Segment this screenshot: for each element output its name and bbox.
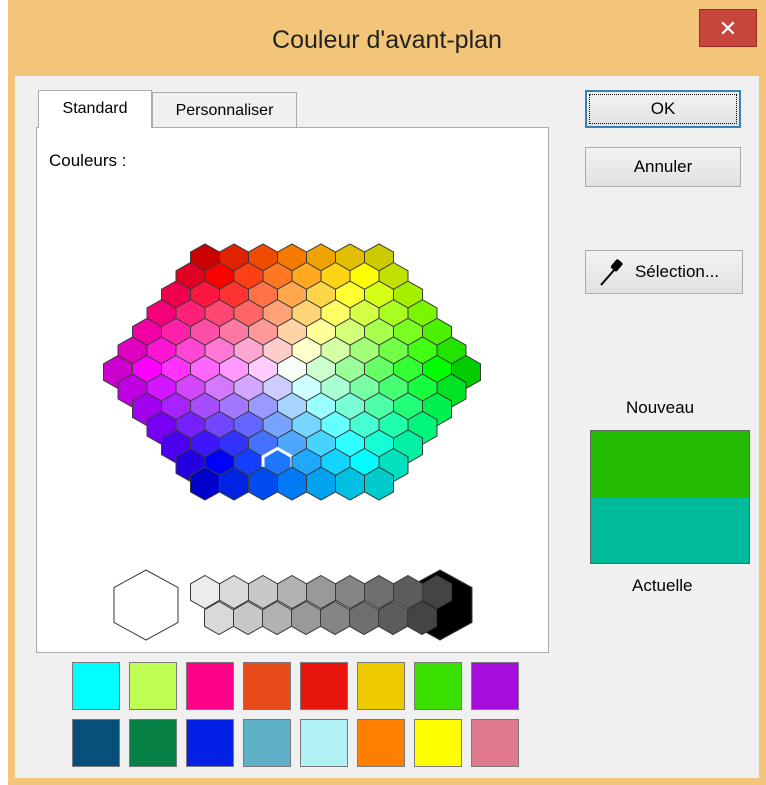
custom-color-swatch[interactable] [186, 662, 234, 710]
dialog-window: Couleur d'avant-plan ✕ Standard Personna… [8, 0, 766, 785]
eyedropper-icon [600, 259, 623, 286]
custom-color-swatch[interactable] [129, 662, 177, 710]
custom-color-swatch[interactable] [300, 719, 348, 767]
custom-color-swatch[interactable] [72, 719, 120, 767]
color-preview [590, 430, 750, 564]
custom-color-swatch[interactable] [471, 662, 519, 710]
tab-personnaliser[interactable]: Personnaliser [152, 92, 297, 127]
custom-color-swatch[interactable] [357, 662, 405, 710]
custom-color-swatch[interactable] [243, 662, 291, 710]
custom-color-swatch[interactable] [72, 662, 120, 710]
new-color-label: Nouveau [626, 398, 695, 417]
window-title: Couleur d'avant-plan [272, 26, 502, 54]
custom-color-swatch[interactable] [300, 662, 348, 710]
ok-button[interactable]: OK [585, 90, 741, 128]
current-color-label: Actuelle [632, 576, 693, 595]
selection-button[interactable]: Sélection... [585, 250, 743, 294]
close-icon[interactable]: ✕ [699, 9, 757, 47]
cancel-button[interactable]: Annuler [585, 147, 741, 187]
color-honeycomb[interactable] [37, 128, 548, 652]
tab-standard[interactable]: Standard [38, 90, 152, 128]
custom-color-swatch[interactable] [414, 662, 462, 710]
custom-color-swatch[interactable] [129, 719, 177, 767]
custom-color-swatch[interactable] [414, 719, 462, 767]
standard-panel: Couleurs : [36, 127, 549, 653]
dialog-body: Standard Personnaliser Couleurs : OK Ann… [15, 76, 759, 778]
new-color-swatch [591, 431, 749, 497]
palette-gray-cell[interactable] [113, 569, 179, 641]
custom-color-swatch[interactable] [471, 719, 519, 767]
custom-color-swatch[interactable] [357, 719, 405, 767]
custom-color-swatch[interactable] [243, 719, 291, 767]
title-bar: Couleur d'avant-plan ✕ [8, 0, 766, 76]
custom-color-swatch[interactable] [186, 719, 234, 767]
current-color-swatch [591, 497, 749, 563]
selection-label: Sélection... [634, 262, 720, 281]
